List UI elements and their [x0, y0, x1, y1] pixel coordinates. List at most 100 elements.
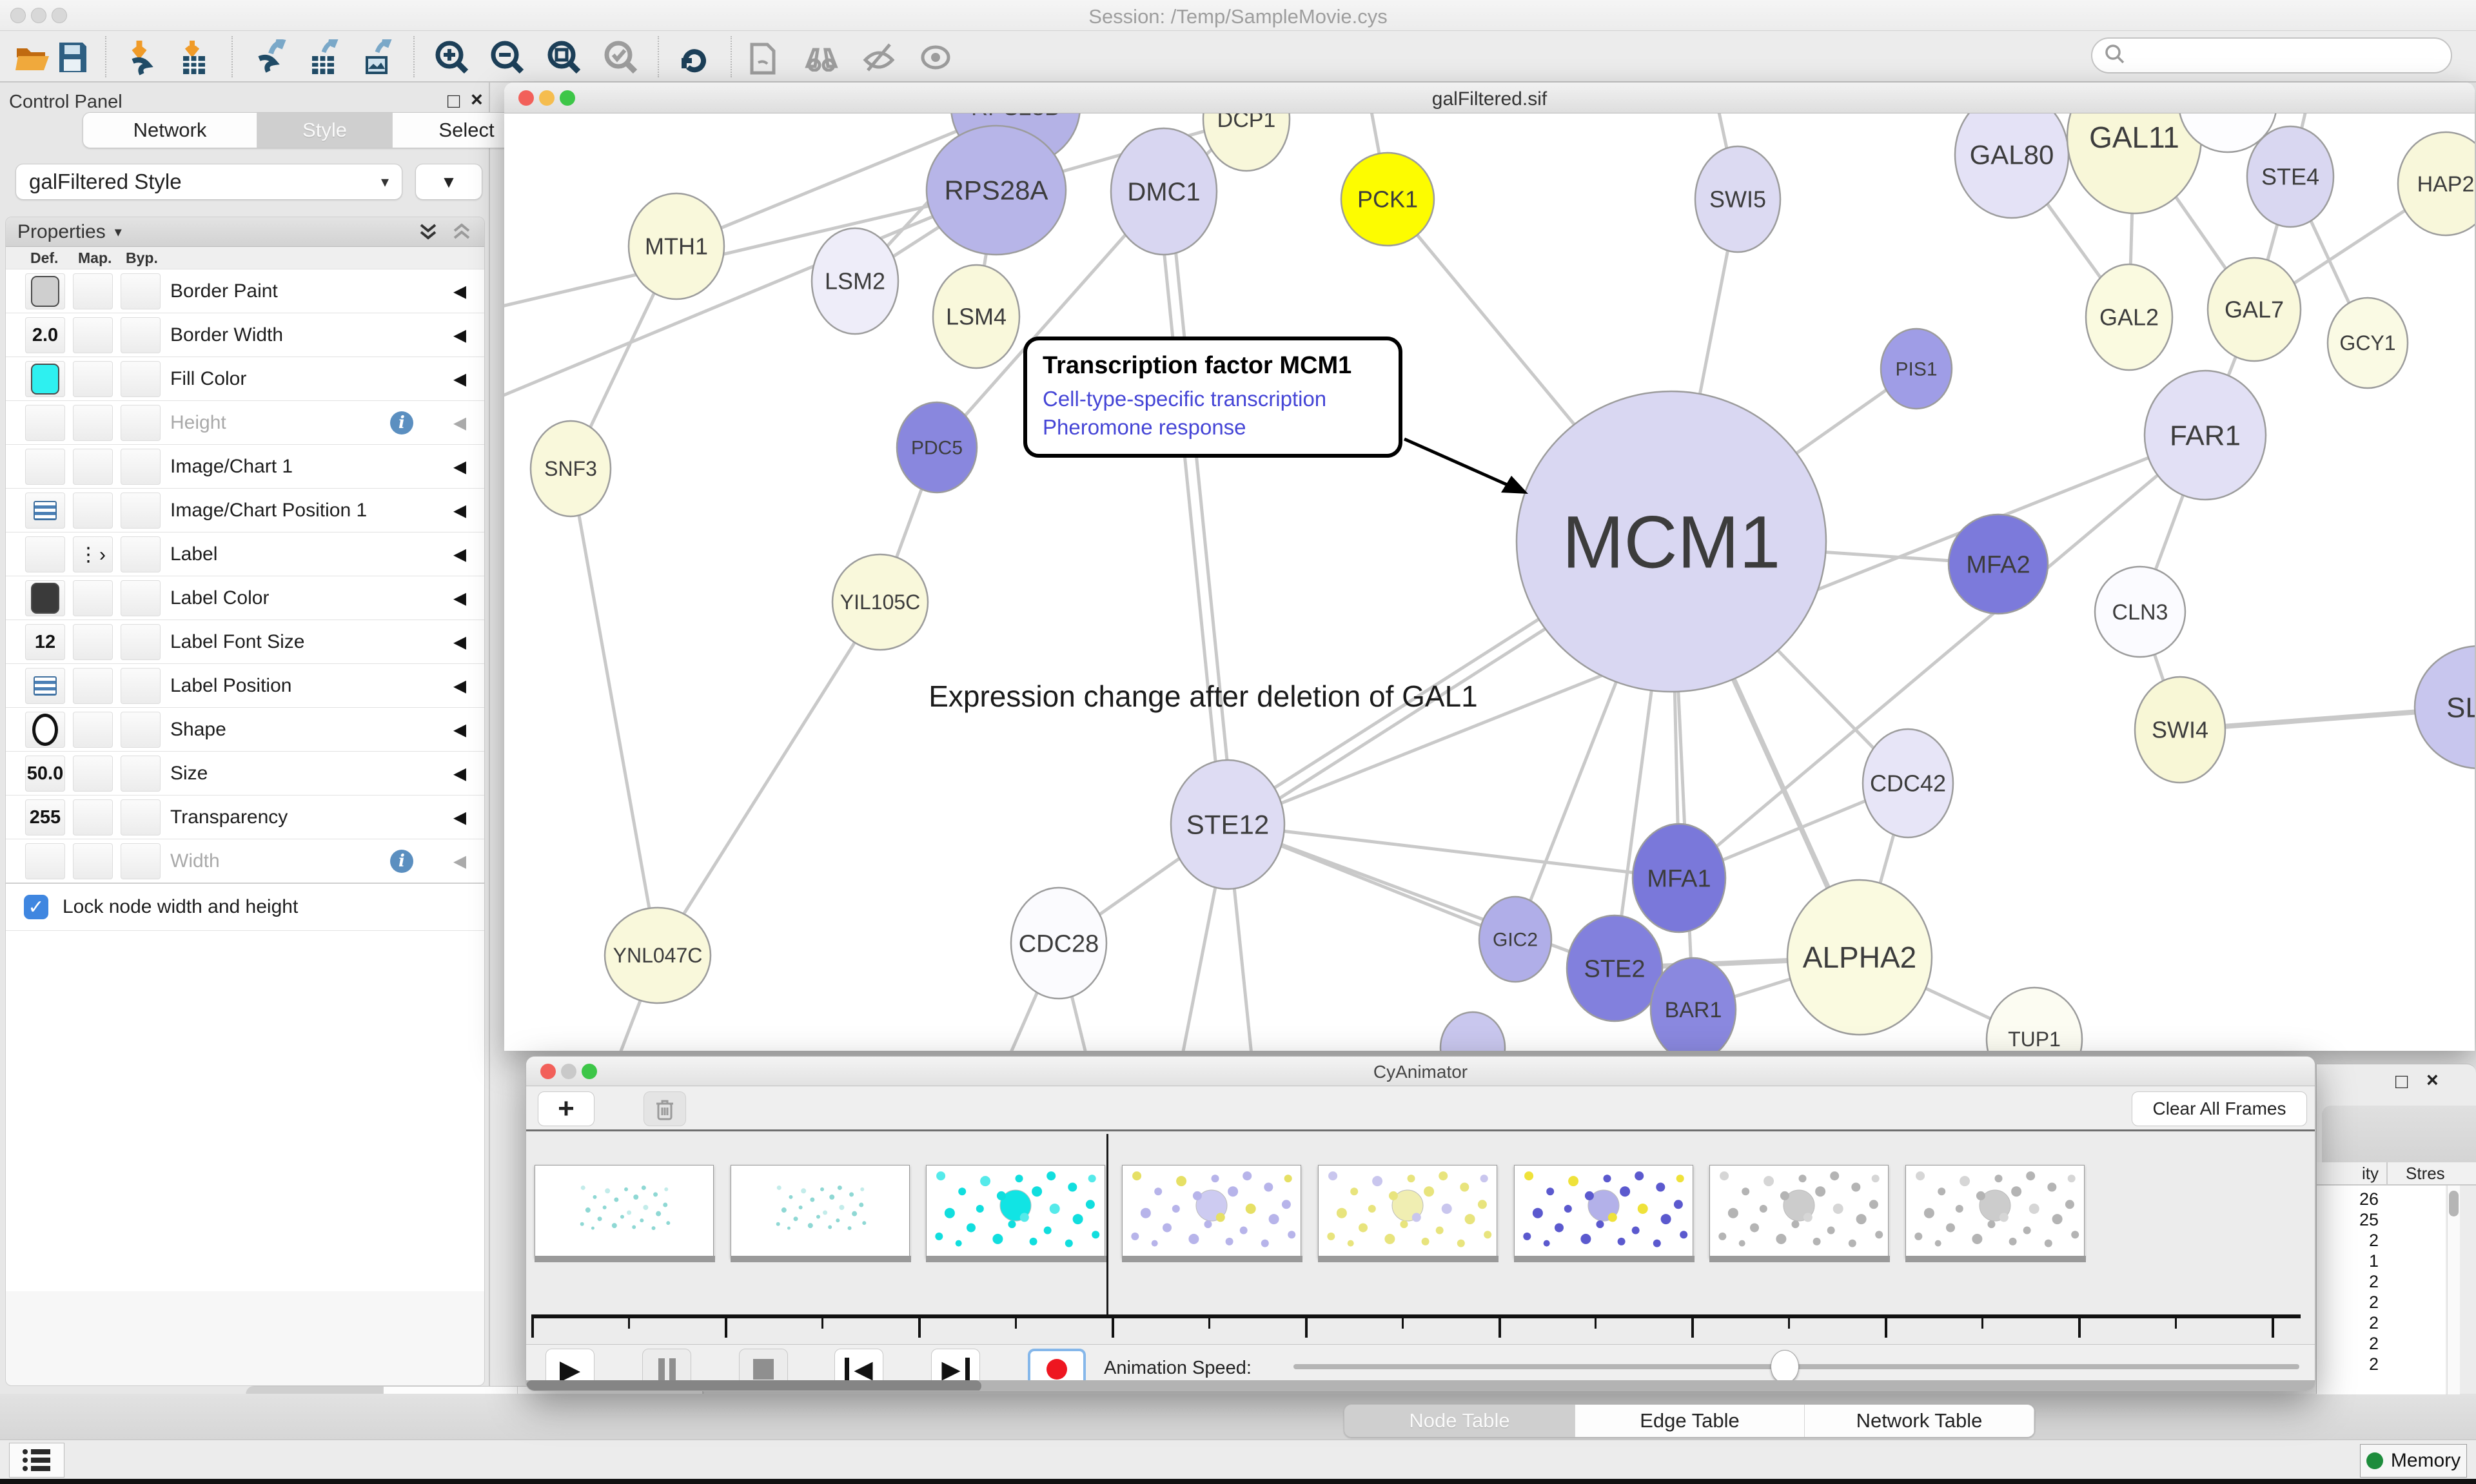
frame-thumbnail-4[interactable] [1318, 1165, 1497, 1258]
bypass-cell[interactable] [121, 843, 161, 879]
style-options-button[interactable]: ▼ [415, 164, 482, 200]
table-cell[interactable]: 2 [2369, 1313, 2379, 1333]
mapping-cell[interactable] [73, 668, 113, 704]
frame-thumbnail-3[interactable] [1122, 1165, 1301, 1258]
default-value-cell[interactable] [25, 361, 65, 397]
edge[interactable] [571, 469, 658, 955]
property-row-height[interactable]: Heighti◀ [6, 400, 484, 444]
node-unlabeled[interactable] [1440, 1012, 1505, 1051]
export-image-icon[interactable] [358, 39, 395, 76]
table-cell[interactable]: 25 [2359, 1210, 2379, 1230]
mapping-cell[interactable]: ⋮› [73, 536, 113, 572]
export-network-icon[interactable] [250, 39, 288, 76]
property-row-transparency[interactable]: 255Transparency◀ [6, 795, 484, 839]
collapse-all-icon[interactable] [451, 221, 473, 243]
bypass-cell[interactable] [121, 317, 161, 353]
network-annotation[interactable]: Transcription factor MCM1 Cell-type-spec… [1023, 337, 1402, 458]
frame-thumbnail-7[interactable] [1905, 1165, 2085, 1258]
table-tab-edge-table[interactable]: Edge Table [1575, 1405, 1805, 1437]
default-value-cell[interactable] [25, 449, 65, 485]
default-value-cell[interactable] [25, 668, 65, 704]
mapping-cell[interactable] [73, 273, 113, 309]
table-cell[interactable]: 2 [2369, 1334, 2379, 1354]
tab-network[interactable]: Network [83, 113, 257, 148]
collapse-row-icon[interactable]: ◀ [453, 676, 466, 696]
property-row-border-paint[interactable]: Border Paint◀ [6, 269, 484, 313]
default-value-cell[interactable] [25, 712, 65, 748]
zoom-in-icon[interactable] [433, 39, 471, 76]
default-value-cell[interactable] [25, 273, 65, 309]
checkbox-checked-icon[interactable]: ✓ [24, 895, 48, 919]
table-column-headers[interactable]: ity Stres [2317, 1162, 2476, 1186]
bypass-cell[interactable] [121, 493, 161, 529]
bypass-cell[interactable] [121, 580, 161, 616]
mapping-cell[interactable] [73, 712, 113, 748]
panel-menu-button[interactable] [9, 1443, 64, 1478]
float-panel-icon[interactable]: □ [447, 89, 460, 113]
property-row-width[interactable]: Widthi◀ [6, 839, 484, 883]
table-rows[interactable]: 26252122222 [2317, 1186, 2446, 1394]
network-window-titlebar[interactable]: galFiltered.sif [504, 83, 2475, 113]
clear-all-frames-button[interactable]: Clear All Frames [2132, 1091, 2307, 1126]
collapse-row-icon[interactable]: ◀ [453, 413, 466, 433]
bypass-cell[interactable] [121, 449, 161, 485]
mapping-cell[interactable] [73, 580, 113, 616]
default-value-cell[interactable] [25, 536, 65, 572]
add-frame-button[interactable]: + [538, 1091, 594, 1126]
timeline-playhead[interactable] [1106, 1134, 1108, 1314]
bypass-cell[interactable] [121, 668, 161, 704]
mapping-cell[interactable] [73, 756, 113, 792]
hide-selected-icon[interactable] [860, 39, 898, 76]
frame-thumbnail-0[interactable] [535, 1165, 714, 1258]
mapping-cell[interactable] [73, 449, 113, 485]
table-cell[interactable]: 2 [2369, 1272, 2379, 1292]
property-row-fill-color[interactable]: Fill Color◀ [6, 356, 484, 400]
table-cell[interactable]: 2 [2369, 1293, 2379, 1313]
frame-thumbnail-5[interactable] [1514, 1165, 1693, 1258]
collapse-row-icon[interactable]: ◀ [453, 325, 466, 345]
tab-style[interactable]: Style [257, 113, 393, 148]
column-header[interactable]: Stres [2406, 1164, 2445, 1184]
scrollbar-thumb[interactable] [526, 1380, 981, 1391]
collapse-row-icon[interactable]: ◀ [453, 456, 466, 476]
default-value-cell[interactable]: 2.0 [25, 317, 65, 353]
mapping-cell[interactable] [73, 799, 113, 835]
show-all-icon[interactable] [917, 39, 954, 76]
default-value-cell[interactable]: 12 [25, 624, 65, 660]
duplicate-network-icon[interactable] [745, 39, 782, 76]
collapse-row-icon[interactable]: ◀ [453, 281, 466, 301]
default-value-cell[interactable] [25, 405, 65, 441]
folder-open-icon[interactable] [14, 39, 52, 76]
edge[interactable] [504, 190, 996, 397]
memory-button[interactable]: Memory [2360, 1444, 2467, 1478]
collapse-row-icon[interactable]: ◀ [453, 544, 466, 564]
default-value-cell[interactable]: 255 [25, 799, 65, 835]
collapse-row-icon[interactable]: ◀ [453, 369, 466, 389]
default-value-cell[interactable]: 50.0 [25, 756, 65, 792]
timeline-scrollbar[interactable] [526, 1380, 2315, 1391]
frame-thumbnail-1[interactable] [731, 1165, 910, 1258]
bypass-cell[interactable] [121, 799, 161, 835]
mapping-cell[interactable] [73, 405, 113, 441]
default-value-cell[interactable] [25, 580, 65, 616]
mapping-cell[interactable] [73, 843, 113, 879]
mapping-cell[interactable] [73, 361, 113, 397]
property-row-label-color[interactable]: Label Color◀ [6, 576, 484, 620]
import-table-icon[interactable] [175, 39, 213, 76]
edge[interactable] [1170, 191, 1233, 824]
info-icon[interactable]: i [390, 850, 413, 873]
frame-thumbnail-6[interactable] [1709, 1165, 1889, 1258]
default-value-cell[interactable] [25, 493, 65, 529]
table-cell[interactable]: 2 [2369, 1231, 2379, 1251]
close-panel-icon[interactable]: × [471, 88, 483, 112]
property-row-border-width[interactable]: 2.0Border Width◀ [6, 313, 484, 356]
property-row-shape[interactable]: Shape◀ [6, 707, 484, 751]
bypass-cell[interactable] [121, 361, 161, 397]
bypass-cell[interactable] [121, 536, 161, 572]
default-value-cell[interactable] [25, 843, 65, 879]
collapse-row-icon[interactable]: ◀ [453, 632, 466, 652]
slider-thumb[interactable] [1771, 1350, 1799, 1383]
property-row-label-font-size[interactable]: 12Label Font Size◀ [6, 620, 484, 663]
property-row-size[interactable]: 50.0Size◀ [6, 751, 484, 795]
mapping-cell[interactable] [73, 624, 113, 660]
